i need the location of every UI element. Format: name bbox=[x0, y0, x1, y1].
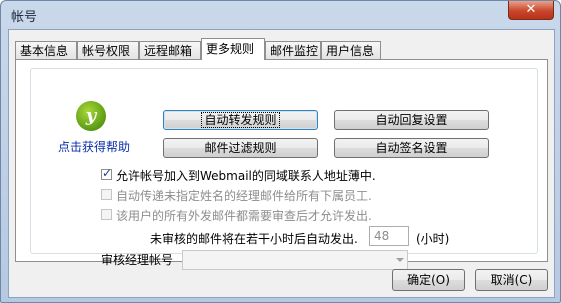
close-button[interactable]: ✕ bbox=[508, 1, 554, 20]
help-logo-icon[interactable]: y bbox=[76, 101, 106, 131]
forward-manager-mail-checkbox[interactable] bbox=[101, 189, 112, 200]
review-outgoing-label: 该用户的所有外发邮件都需要审查后才允许发出. bbox=[116, 209, 372, 223]
tab-account-permissions[interactable]: 帐号权限 bbox=[77, 41, 139, 59]
cancel-button[interactable]: 取消(C) bbox=[475, 269, 548, 291]
help-link[interactable]: 点击获得帮助 bbox=[58, 138, 130, 155]
review-outgoing-checkbox[interactable] bbox=[101, 209, 112, 220]
review-delay-label: 未审核的邮件将在若干小时后自动发出. bbox=[150, 232, 358, 246]
window-title: 帐号 bbox=[11, 10, 38, 25]
chevron-down-icon bbox=[396, 258, 404, 262]
auto-forward-rules-button[interactable]: 自动转发规则 bbox=[163, 110, 318, 130]
auto-signature-settings-button[interactable]: 自动签名设置 bbox=[334, 138, 489, 158]
review-delay-hours-input[interactable]: 48 bbox=[369, 226, 409, 246]
auto-reply-settings-button[interactable]: 自动回复设置 bbox=[334, 110, 489, 130]
tab-remote-mailbox[interactable]: 远程邮箱 bbox=[139, 41, 201, 59]
rules-group bbox=[30, 68, 538, 254]
review-manager-label: 审核经理帐号 bbox=[101, 253, 174, 267]
forward-manager-mail-label: 自动传递未指定姓名的经理邮件给所有下属员工. bbox=[116, 189, 372, 203]
title-bar[interactable]: 帐号 ✕ bbox=[1, 1, 560, 29]
webmail-contacts-checkbox[interactable] bbox=[101, 166, 112, 180]
webmail-contacts-label: 允许帐号加入到Webmail的同域联系人地址薄中. bbox=[116, 169, 376, 183]
mail-filter-rules-button[interactable]: 邮件过滤规则 bbox=[163, 138, 318, 158]
close-icon: ✕ bbox=[525, 2, 537, 17]
hours-unit-label: (小时) bbox=[416, 232, 450, 246]
dialog-client: 基本信息 帐号权限 远程邮箱 更多规则 邮件监控 用户信息 y 点击获得帮助 自… bbox=[8, 29, 555, 298]
account-dialog: 帐号 ✕ 基本信息 帐号权限 远程邮箱 更多规则 邮件监控 用户信息 y 点击获… bbox=[0, 0, 561, 303]
ok-button[interactable]: 确定(O) bbox=[392, 269, 465, 291]
tab-more-rules[interactable]: 更多规则 bbox=[201, 38, 265, 60]
tab-user-info[interactable]: 用户信息 bbox=[321, 41, 381, 59]
tab-mail-monitor[interactable]: 邮件监控 bbox=[265, 41, 321, 59]
review-manager-select[interactable] bbox=[182, 250, 408, 270]
more-rules-panel: y 点击获得帮助 自动转发规则 自动回复设置 邮件过滤规则 自动签名设置 允许帐… bbox=[15, 59, 548, 270]
tab-basic-info[interactable]: 基本信息 bbox=[15, 41, 77, 59]
